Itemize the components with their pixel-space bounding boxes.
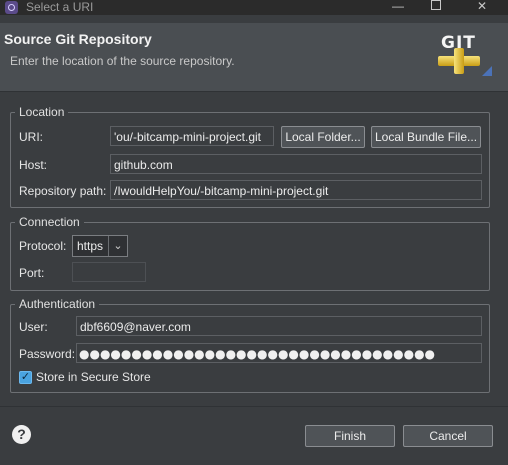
password-label: Password:: [19, 347, 76, 361]
local-folder-button[interactable]: Local Folder...: [281, 126, 365, 148]
protocol-value: https: [77, 239, 104, 253]
page-subtitle: Enter the location of the source reposit…: [10, 54, 235, 68]
header-divider: [0, 91, 508, 92]
wizard-header: Source Git Repository Enter the location…: [0, 23, 508, 91]
user-label: User:: [19, 320, 48, 334]
close-button[interactable]: ✕: [462, 0, 502, 15]
eclipse-app-icon: [5, 1, 18, 14]
protocol-select[interactable]: https ⌄: [72, 235, 128, 257]
authentication-legend: Authentication: [19, 297, 96, 311]
uri-input[interactable]: 'ou/-bitcamp-mini-project.git: [110, 126, 274, 146]
minimize-button[interactable]: —: [378, 0, 418, 15]
maximize-button[interactable]: [416, 0, 456, 15]
port-input[interactable]: [72, 262, 146, 282]
help-icon[interactable]: ?: [12, 425, 31, 444]
git-logo-text: GIT: [441, 33, 476, 53]
password-input[interactable]: ●●●●●●●●●●●●●●●●●●●●●●●●●●●●●●●●●●: [76, 343, 482, 363]
git-logo-icon: GIT: [438, 31, 496, 91]
port-label: Port:: [19, 266, 45, 280]
store-secure-label[interactable]: Store in Secure Store: [36, 370, 151, 384]
store-secure-checkbox[interactable]: ✓: [19, 371, 32, 384]
connection-legend: Connection: [19, 215, 80, 229]
protocol-label: Protocol:: [19, 239, 67, 253]
window-title: Select a URI: [26, 0, 94, 14]
checkmark-icon: ✓: [20, 371, 31, 383]
finish-button[interactable]: Finish: [305, 425, 395, 447]
footer-divider: [0, 406, 508, 407]
uri-label: URI:: [19, 130, 43, 144]
repository-path-input[interactable]: /IwouldHelpYou/-bitcamp-mini-project.git: [110, 180, 482, 200]
host-input[interactable]: github.com: [110, 154, 482, 174]
window-titlebar: Select a URI — ✕: [0, 0, 508, 15]
page-title: Source Git Repository: [4, 31, 152, 47]
repository-path-label: Repository path:: [19, 184, 107, 198]
arrow-icon: [482, 66, 492, 76]
location-legend: Location: [19, 105, 65, 119]
local-bundle-file-button[interactable]: Local Bundle File...: [371, 126, 481, 148]
host-label: Host:: [19, 158, 48, 172]
cancel-button[interactable]: Cancel: [403, 425, 493, 447]
maximize-icon: [431, 0, 441, 10]
user-input[interactable]: dbf6609@naver.com: [76, 316, 482, 336]
chevron-down-icon[interactable]: ⌄: [108, 236, 127, 256]
password-mask: ●●●●●●●●●●●●●●●●●●●●●●●●●●●●●●●●●●: [79, 347, 436, 361]
